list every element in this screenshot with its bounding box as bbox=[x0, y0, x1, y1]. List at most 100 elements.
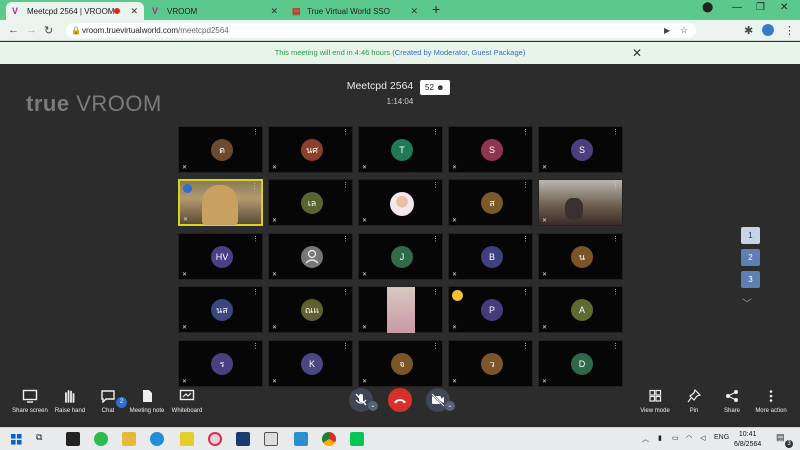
volume-icon[interactable]: ◁ bbox=[700, 434, 705, 442]
tile-options-icon[interactable]: ⋮ bbox=[522, 288, 529, 296]
participant-tile[interactable]: T ✕ ⋮ bbox=[358, 126, 443, 173]
reload-icon[interactable]: ↻ bbox=[44, 24, 53, 37]
tile-options-icon[interactable]: ⋮ bbox=[252, 342, 259, 350]
url-input[interactable]: 🔒 vroom.truevirtualworld.com/meetcpd2564… bbox=[66, 23, 696, 38]
share-screen-button[interactable]: Share screen bbox=[10, 389, 50, 414]
line-chat-app-icon[interactable] bbox=[94, 432, 108, 446]
participant-tile[interactable]: S ✕ ⋮ bbox=[448, 126, 533, 173]
tile-options-icon[interactable]: ⋮ bbox=[342, 288, 349, 296]
participant-tile[interactable]: ณแ ✕ ⋮ bbox=[268, 286, 353, 333]
wifi-icon[interactable]: ◠ bbox=[686, 434, 692, 442]
tile-options-icon[interactable]: ⋮ bbox=[612, 181, 619, 189]
tile-options-icon[interactable]: ⋮ bbox=[522, 128, 529, 136]
sticky-notes-icon[interactable] bbox=[180, 432, 194, 446]
tile-options-icon[interactable]: ⋮ bbox=[432, 181, 439, 189]
participant-tile[interactable]: นส ✕ ⋮ bbox=[178, 286, 263, 333]
tile-options-icon[interactable]: ⋮ bbox=[612, 235, 619, 243]
store-icon[interactable] bbox=[66, 432, 80, 446]
tile-options-icon[interactable]: ⋮ bbox=[342, 181, 349, 189]
participant-tile[interactable]: ร ✕ ⋮ bbox=[178, 340, 263, 387]
participant-tile[interactable]: ✕ ⋮ bbox=[178, 179, 263, 226]
photos-icon[interactable] bbox=[294, 432, 308, 446]
close-tab-icon[interactable]: ✕ bbox=[270, 6, 278, 17]
end-call-button[interactable] bbox=[388, 388, 412, 412]
back-icon[interactable]: ← bbox=[8, 24, 19, 36]
tile-options-icon[interactable]: ⋮ bbox=[612, 342, 619, 350]
tile-options-icon[interactable]: ⋮ bbox=[342, 342, 349, 350]
chevron-down-icon[interactable]: ﹀ bbox=[742, 295, 752, 310]
participant-tile[interactable]: ว ✕ ⋮ bbox=[448, 340, 533, 387]
tile-options-icon[interactable]: ⋮ bbox=[522, 181, 529, 189]
tile-options-icon[interactable]: ⋮ bbox=[522, 342, 529, 350]
tile-options-icon[interactable]: ⋮ bbox=[251, 182, 258, 190]
pin-button[interactable]: Pin bbox=[684, 389, 704, 414]
tab-sso[interactable]: ▤ True Virtual World SSO ✕ bbox=[286, 2, 424, 20]
mic-options-chevron-icon[interactable]: ⌄ bbox=[368, 401, 378, 411]
system-clock[interactable]: 10:41 6/8/2564 bbox=[734, 430, 761, 450]
language-indicator[interactable]: ENG bbox=[714, 434, 729, 441]
participant-tile[interactable]: A ✕ ⋮ bbox=[538, 286, 623, 333]
forward-icon[interactable]: → bbox=[26, 24, 37, 36]
page-button-1[interactable]: 1 bbox=[741, 227, 760, 244]
close-tab-icon[interactable]: ✕ bbox=[410, 6, 418, 17]
participant-tile[interactable]: S ✕ ⋮ bbox=[538, 126, 623, 173]
participant-tile[interactable]: K ✕ ⋮ bbox=[268, 340, 353, 387]
tile-options-icon[interactable]: ⋮ bbox=[342, 128, 349, 136]
page-button-3[interactable]: 3 bbox=[741, 271, 760, 288]
tile-options-icon[interactable]: ⋮ bbox=[252, 288, 259, 296]
participant-tile[interactable]: น ✕ ⋮ bbox=[538, 233, 623, 280]
participant-tile[interactable]: P ✕ ⋮ bbox=[448, 286, 533, 333]
notifications-icon[interactable]: ▤ bbox=[776, 432, 785, 443]
participant-tile[interactable]: ✕ ⋮ bbox=[358, 286, 443, 333]
tile-options-icon[interactable]: ⋮ bbox=[612, 288, 619, 296]
paint-icon[interactable] bbox=[208, 432, 222, 446]
tile-options-icon[interactable]: ⋮ bbox=[432, 128, 439, 136]
view-mode-button[interactable]: View mode bbox=[638, 389, 672, 414]
new-tab-button[interactable]: + bbox=[432, 1, 440, 17]
windows-start-icon[interactable] bbox=[11, 434, 22, 445]
participant-tile[interactable]: ✕ ⋮ bbox=[358, 179, 443, 226]
profile-avatar[interactable] bbox=[762, 24, 774, 36]
participant-tile[interactable]: ✕ ⋮ bbox=[538, 179, 623, 226]
participant-tile[interactable]: J ✕ ⋮ bbox=[358, 233, 443, 280]
chrome-menu-icon[interactable]: ⋮ bbox=[784, 24, 795, 37]
whiteboard-button[interactable]: Whiteboard bbox=[170, 389, 204, 414]
more-action-button[interactable]: More action bbox=[752, 389, 790, 414]
tile-options-icon[interactable]: ⋮ bbox=[522, 235, 529, 243]
participant-tile[interactable]: B ✕ ⋮ bbox=[448, 233, 533, 280]
participant-tile[interactable]: จ ✕ ⋮ bbox=[358, 340, 443, 387]
tile-options-icon[interactable]: ⋮ bbox=[432, 235, 439, 243]
file-explorer-icon[interactable] bbox=[122, 432, 136, 446]
page-button-2[interactable]: 2 bbox=[741, 249, 760, 266]
close-tab-icon[interactable]: ✕ bbox=[130, 6, 138, 17]
camera-app-icon[interactable] bbox=[264, 432, 278, 446]
edge-icon[interactable] bbox=[150, 432, 164, 446]
participant-tile[interactable]: HV ✕ ⋮ bbox=[178, 233, 263, 280]
close-window-icon[interactable]: ✕ bbox=[780, 2, 788, 13]
participant-tile[interactable]: ส ✕ ⋮ bbox=[448, 179, 533, 226]
meeting-note-button[interactable]: Meeting note bbox=[128, 389, 166, 414]
tile-options-icon[interactable]: ⋮ bbox=[612, 128, 619, 136]
task-view-icon[interactable]: ⧉ bbox=[36, 432, 42, 443]
chevron-up-icon[interactable]: ︿ bbox=[642, 434, 649, 444]
bookmark-star-icon[interactable]: ☆ bbox=[680, 23, 688, 38]
restore-icon[interactable]: ❐ bbox=[756, 2, 765, 13]
minimize-icon[interactable]: — bbox=[732, 2, 742, 13]
tile-options-icon[interactable]: ⋮ bbox=[252, 128, 259, 136]
mic-tray-icon[interactable]: ▮ bbox=[658, 434, 662, 442]
close-notice-icon[interactable]: ✕ bbox=[632, 42, 642, 64]
tile-options-icon[interactable]: ⋮ bbox=[432, 288, 439, 296]
raise-hand-button[interactable]: Raise hand bbox=[52, 389, 88, 414]
participant-tile[interactable]: ต ✕ ⋮ bbox=[178, 126, 263, 173]
participant-count-button[interactable]: 52 ☻ bbox=[420, 80, 450, 95]
participant-tile[interactable]: เล ✕ ⋮ bbox=[268, 179, 353, 226]
tab-vroom[interactable]: V VROOM ✕ bbox=[146, 2, 284, 20]
camera-in-use-icon[interactable]: ▶ bbox=[664, 23, 670, 38]
line-app-icon[interactable] bbox=[350, 432, 364, 446]
participant-tile[interactable]: ✕ ⋮ bbox=[268, 233, 353, 280]
chrome-icon[interactable] bbox=[322, 432, 336, 446]
network-icon[interactable]: ▭ bbox=[672, 434, 679, 442]
camera-options-chevron-icon[interactable]: ⌄ bbox=[445, 401, 455, 411]
participant-tile[interactable]: นศ ✕ ⋮ bbox=[268, 126, 353, 173]
profile-dot-icon[interactable]: ⬤ bbox=[702, 2, 713, 13]
